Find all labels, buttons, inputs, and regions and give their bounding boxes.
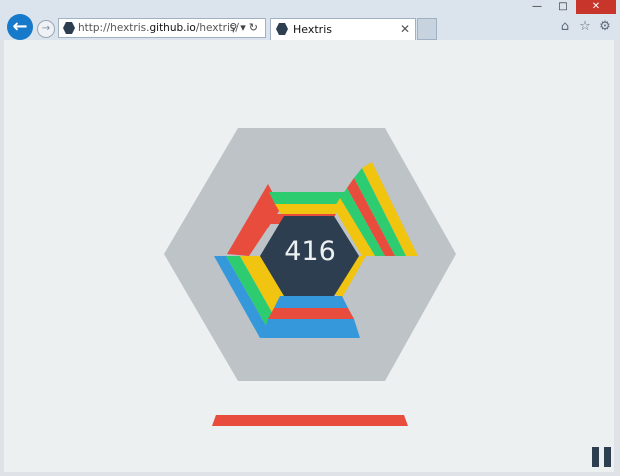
block-top-2: [275, 204, 342, 214]
close-icon[interactable]: ✕: [400, 22, 410, 36]
block-bottom-2: [268, 308, 354, 319]
pause-button[interactable]: [592, 447, 612, 467]
block-bottom-3: [262, 319, 360, 338]
tab-favicon: [276, 23, 288, 35]
forward-icon: →: [41, 23, 51, 34]
home-icon[interactable]: ⌂: [558, 20, 572, 34]
pause-icon-bar-left: [592, 447, 599, 467]
tab-hextris[interactable]: Hextris ✕: [270, 18, 416, 40]
new-tab-button[interactable]: [417, 18, 437, 40]
pause-icon-bar-right: [604, 447, 611, 467]
window-close-button[interactable]: ✕: [576, 0, 616, 14]
address-bar-icons: ⚲▾↻: [229, 21, 261, 34]
site-favicon: [63, 22, 75, 34]
forward-button[interactable]: →: [37, 20, 55, 38]
search-icon[interactable]: ⚲: [229, 21, 240, 34]
url-prefix: http://hextris.: [78, 22, 150, 34]
star-icon[interactable]: ☆: [578, 20, 592, 34]
address-bar[interactable]: http://hextris.github.io/hextris/ ⚲▾↻: [58, 18, 266, 38]
score-display: 416: [284, 236, 336, 267]
toolbar-icons: ⌂ ☆ ⚙: [558, 20, 612, 34]
game-viewport[interactable]: 416: [4, 40, 614, 472]
url-text[interactable]: http://hextris.github.io/hextris/: [78, 22, 239, 34]
browser-chrome: — □ ✕ ← → http://hextris.github.io/hextr…: [0, 0, 620, 40]
back-icon: ←: [12, 16, 28, 37]
gear-icon[interactable]: ⚙: [598, 20, 612, 34]
tab-title: Hextris: [293, 23, 332, 36]
falling-block: [212, 415, 408, 426]
maximize-button[interactable]: □: [550, 0, 576, 14]
block-bottom-1: [274, 296, 348, 308]
refresh-icon[interactable]: ↻: [249, 21, 261, 34]
back-button[interactable]: ←: [7, 14, 33, 40]
block-top-1: [269, 192, 349, 204]
url-domain: github.io: [149, 22, 196, 34]
dropdown-icon[interactable]: ▾: [240, 21, 249, 34]
minimize-button[interactable]: —: [524, 0, 550, 14]
window-controls: — □ ✕: [524, 0, 616, 14]
